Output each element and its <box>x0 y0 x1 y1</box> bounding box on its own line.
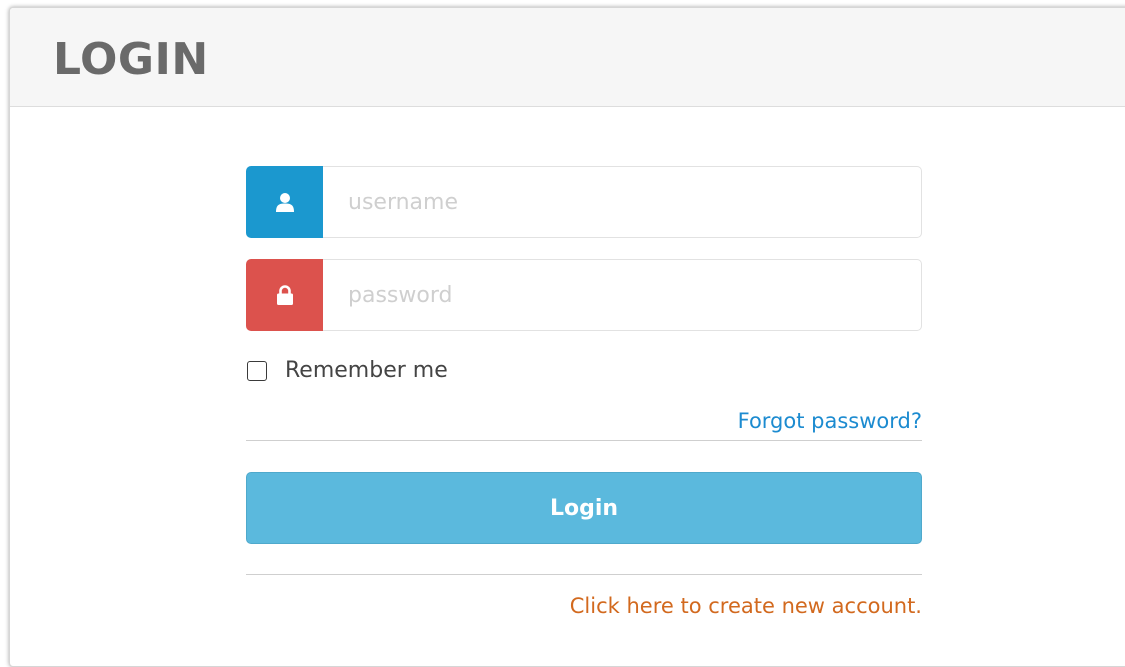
login-button[interactable]: Login <box>246 472 922 544</box>
remember-me-row: Remember me <box>246 359 922 383</box>
forgot-row: Forgot password? <box>246 406 922 436</box>
password-group <box>246 259 922 331</box>
password-input[interactable] <box>323 259 922 331</box>
login-panel: LOGIN Remember me <box>9 7 1125 667</box>
username-group <box>246 166 922 238</box>
password-addon <box>246 259 323 331</box>
login-form: Remember me Forgot password? Login Click… <box>246 166 922 621</box>
user-icon <box>275 193 294 212</box>
remember-me-checkbox[interactable] <box>247 361 267 381</box>
lock-icon <box>276 285 293 305</box>
divider <box>246 440 922 441</box>
username-input[interactable] <box>323 166 922 238</box>
panel-header: LOGIN <box>10 8 1125 107</box>
remember-me-label[interactable]: Remember me <box>285 359 448 383</box>
create-account-link[interactable]: Click here to create new account. <box>570 594 922 618</box>
page-title: LOGIN <box>53 34 209 85</box>
forgot-password-link[interactable]: Forgot password? <box>738 409 922 433</box>
username-addon <box>246 166 323 238</box>
divider <box>246 574 922 575</box>
create-account-row: Click here to create new account. <box>246 591 922 621</box>
